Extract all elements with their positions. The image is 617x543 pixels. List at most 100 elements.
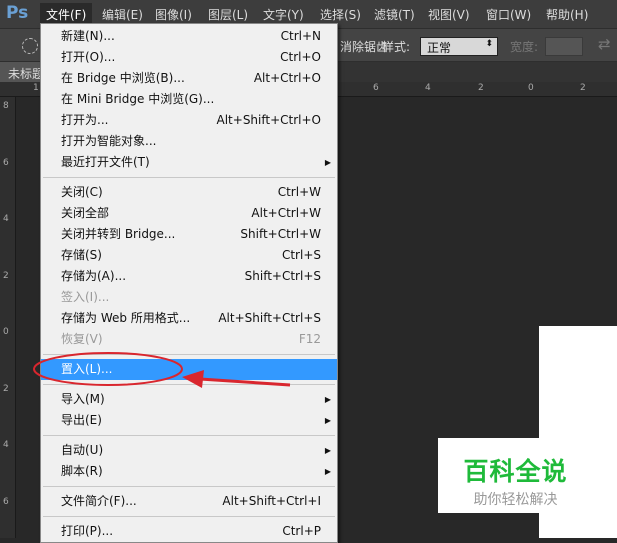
menu-separator xyxy=(41,482,337,491)
menu-item-shortcut: Alt+Shift+Ctrl+O xyxy=(216,113,321,127)
file-menu-item[interactable]: 存储为 Web 所用格式... Alt+Shift+Ctrl+S xyxy=(41,308,337,329)
file-menu-item[interactable]: 置入(L)... xyxy=(41,359,337,380)
menu-item-shortcut: Alt+Shift+Ctrl+I xyxy=(222,494,321,508)
menu-item-label: 打开(O)... xyxy=(61,50,116,64)
ruler-tick-label: 0 xyxy=(528,83,534,93)
menu-8[interactable]: 窗口(W) xyxy=(486,6,531,23)
style-select[interactable]: 正常 ⬍ xyxy=(420,37,498,56)
menu-item-shortcut: Shift+Ctrl+W xyxy=(240,227,321,241)
style-value: 正常 xyxy=(427,41,452,55)
menu-item-label: 脚本(R) xyxy=(61,464,103,478)
menu-item-label: 导出(E) xyxy=(61,413,102,427)
file-menu-item[interactable]: 关闭(C) Ctrl+W xyxy=(41,182,337,203)
select-arrows-icon: ⬍ xyxy=(485,39,493,49)
watermark-title: 百科全说 xyxy=(463,457,568,486)
menu-7[interactable]: 视图(V) xyxy=(428,6,470,23)
file-menu-item[interactable]: 打开(O)... Ctrl+O xyxy=(41,47,337,68)
menu-item-shortcut: Alt+Shift+Ctrl+S xyxy=(218,311,321,325)
menu-item-shortcut: Shift+Ctrl+S xyxy=(244,269,321,283)
style-label: 样式: xyxy=(382,40,411,54)
file-menu-item[interactable]: 导入(M) ▶ xyxy=(41,389,337,410)
menu-item-label: 导入(M) xyxy=(61,392,105,406)
menu-item-label: 存储为 Web 所用格式... xyxy=(61,311,191,325)
watermark: 百科全说 助你轻松解决 xyxy=(438,438,593,513)
file-menu-item[interactable]: 最近打开文件(T) ▶ xyxy=(41,152,337,173)
menu-item-label: 打开为智能对象... xyxy=(61,134,157,148)
menu-separator xyxy=(41,380,337,389)
menu-5[interactable]: 选择(S) xyxy=(320,6,361,23)
antialias-label[interactable]: 消除锯齿 xyxy=(340,38,388,55)
menu-item-label: 关闭(C) xyxy=(61,185,103,199)
menu-item-label: 关闭并转到 Bridge... xyxy=(61,227,176,241)
menu-item-shortcut: F12 xyxy=(298,332,321,346)
menu-item-label: 置入(L)... xyxy=(61,362,113,376)
width-input[interactable] xyxy=(545,37,583,56)
menu-item-label: 在 Bridge 中浏览(B)... xyxy=(61,71,185,85)
menu-item-label: 新建(N)... xyxy=(61,29,115,43)
file-menu-item: 签入(I)... xyxy=(41,287,337,308)
menu-separator xyxy=(41,173,337,182)
file-menu-item[interactable]: 在 Mini Bridge 中浏览(G)... xyxy=(41,89,337,110)
file-menu-item[interactable]: 打开为智能对象... xyxy=(41,131,337,152)
menu-9[interactable]: 帮助(H) xyxy=(546,6,588,23)
ruler-tick-label: 4 xyxy=(3,214,9,224)
file-menu-item[interactable]: 自动(U) ▶ xyxy=(41,440,337,461)
ruler-tick-label: 6 xyxy=(3,157,9,168)
ruler-tick-label: 2 xyxy=(478,83,484,93)
file-menu-item[interactable]: 文件简介(F)... Alt+Shift+Ctrl+I xyxy=(41,491,337,512)
menu-item-shortcut: Ctrl+N xyxy=(280,29,321,43)
elliptical-marquee-icon[interactable] xyxy=(22,38,38,54)
menu-separator xyxy=(41,350,337,359)
menu-item-shortcut: Ctrl+P xyxy=(282,524,321,538)
file-menu: 新建(N)... Ctrl+N 打开(O)... Ctrl+O 在 Bridge 中浏览… xyxy=(40,23,338,543)
menu-6[interactable]: 滤镜(T) xyxy=(374,6,415,23)
menu-4[interactable]: 文字(Y) xyxy=(263,6,304,23)
ruler-tick-label: 0 xyxy=(3,327,9,337)
ruler-tick-label: 6 xyxy=(373,83,379,93)
menu-item-label: 关闭全部 xyxy=(61,206,110,220)
menu-item-shortcut: Alt+Ctrl+W xyxy=(251,206,321,220)
menu-separator xyxy=(41,512,337,521)
submenu-arrow-icon: ▶ xyxy=(324,395,331,404)
ruler-tick-label: 1 xyxy=(33,83,39,93)
vertical-ruler: 8 6 4 2 0 2 4 6 xyxy=(0,97,16,538)
file-menu-item[interactable]: 新建(N)... Ctrl+N xyxy=(41,26,337,47)
photoshop-logo: Ps xyxy=(6,3,29,23)
file-menu-item[interactable]: 关闭全部 Alt+Ctrl+W xyxy=(41,203,337,224)
menu-item-label: 存储为(A)... xyxy=(61,269,127,283)
menu-item-label: 打开为... xyxy=(61,113,109,127)
file-menu-item[interactable]: 存储为(A)... Shift+Ctrl+S xyxy=(41,266,337,287)
ruler-tick-label: 2 xyxy=(3,383,9,394)
menu-item-label: 签入(I)... xyxy=(61,290,110,304)
file-menu-item[interactable]: 存储(S) Ctrl+S xyxy=(41,245,337,266)
menu-1[interactable]: 编辑(E) xyxy=(102,6,143,23)
file-menu-item[interactable]: 打印(P)... Ctrl+P xyxy=(41,521,337,542)
submenu-arrow-icon: ▶ xyxy=(324,416,331,425)
file-menu-item[interactable]: 在 Bridge 中浏览(B)... Alt+Ctrl+O xyxy=(41,68,337,89)
menu-3[interactable]: 图层(L) xyxy=(208,6,248,23)
menu-item-label: 最近打开文件(T) xyxy=(61,155,150,169)
menu-item-label: 在 Mini Bridge 中浏览(G)... xyxy=(61,92,215,106)
submenu-arrow-icon: ▶ xyxy=(324,158,331,167)
ruler-tick-label: 8 xyxy=(3,101,9,111)
menu-item-label: 自动(U) xyxy=(61,443,104,457)
submenu-arrow-icon: ▶ xyxy=(324,467,331,476)
submenu-arrow-icon: ▶ xyxy=(324,446,331,455)
file-menu-item[interactable]: 脚本(R) ▶ xyxy=(41,461,337,482)
menu-2[interactable]: 图像(I) xyxy=(155,6,192,23)
menu-item-label: 恢复(V) xyxy=(61,332,103,346)
menu-item-label: 打印(P)... xyxy=(61,524,114,538)
ruler-tick-label: 2 xyxy=(3,270,9,281)
ruler-tick-label: 6 xyxy=(3,496,9,507)
watermark-subtitle: 助你轻松解决 xyxy=(473,492,558,508)
ruler-tick-label: 4 xyxy=(3,440,9,450)
file-menu-item[interactable]: 关闭并转到 Bridge... Shift+Ctrl+W xyxy=(41,224,337,245)
swap-icon[interactable]: ⇄ xyxy=(598,35,611,53)
file-menu-item[interactable]: 打开为... Alt+Shift+Ctrl+O xyxy=(41,110,337,131)
menu-item-label: 文件简介(F)... xyxy=(61,494,137,508)
file-menu-item: 恢复(V) F12 xyxy=(41,329,337,350)
ruler-tick-label: 2 xyxy=(580,83,586,93)
menu-item-label: 存储(S) xyxy=(61,248,102,262)
file-menu-item[interactable]: 导出(E) ▶ xyxy=(41,410,337,431)
menu-item-shortcut: Ctrl+S xyxy=(281,248,321,262)
